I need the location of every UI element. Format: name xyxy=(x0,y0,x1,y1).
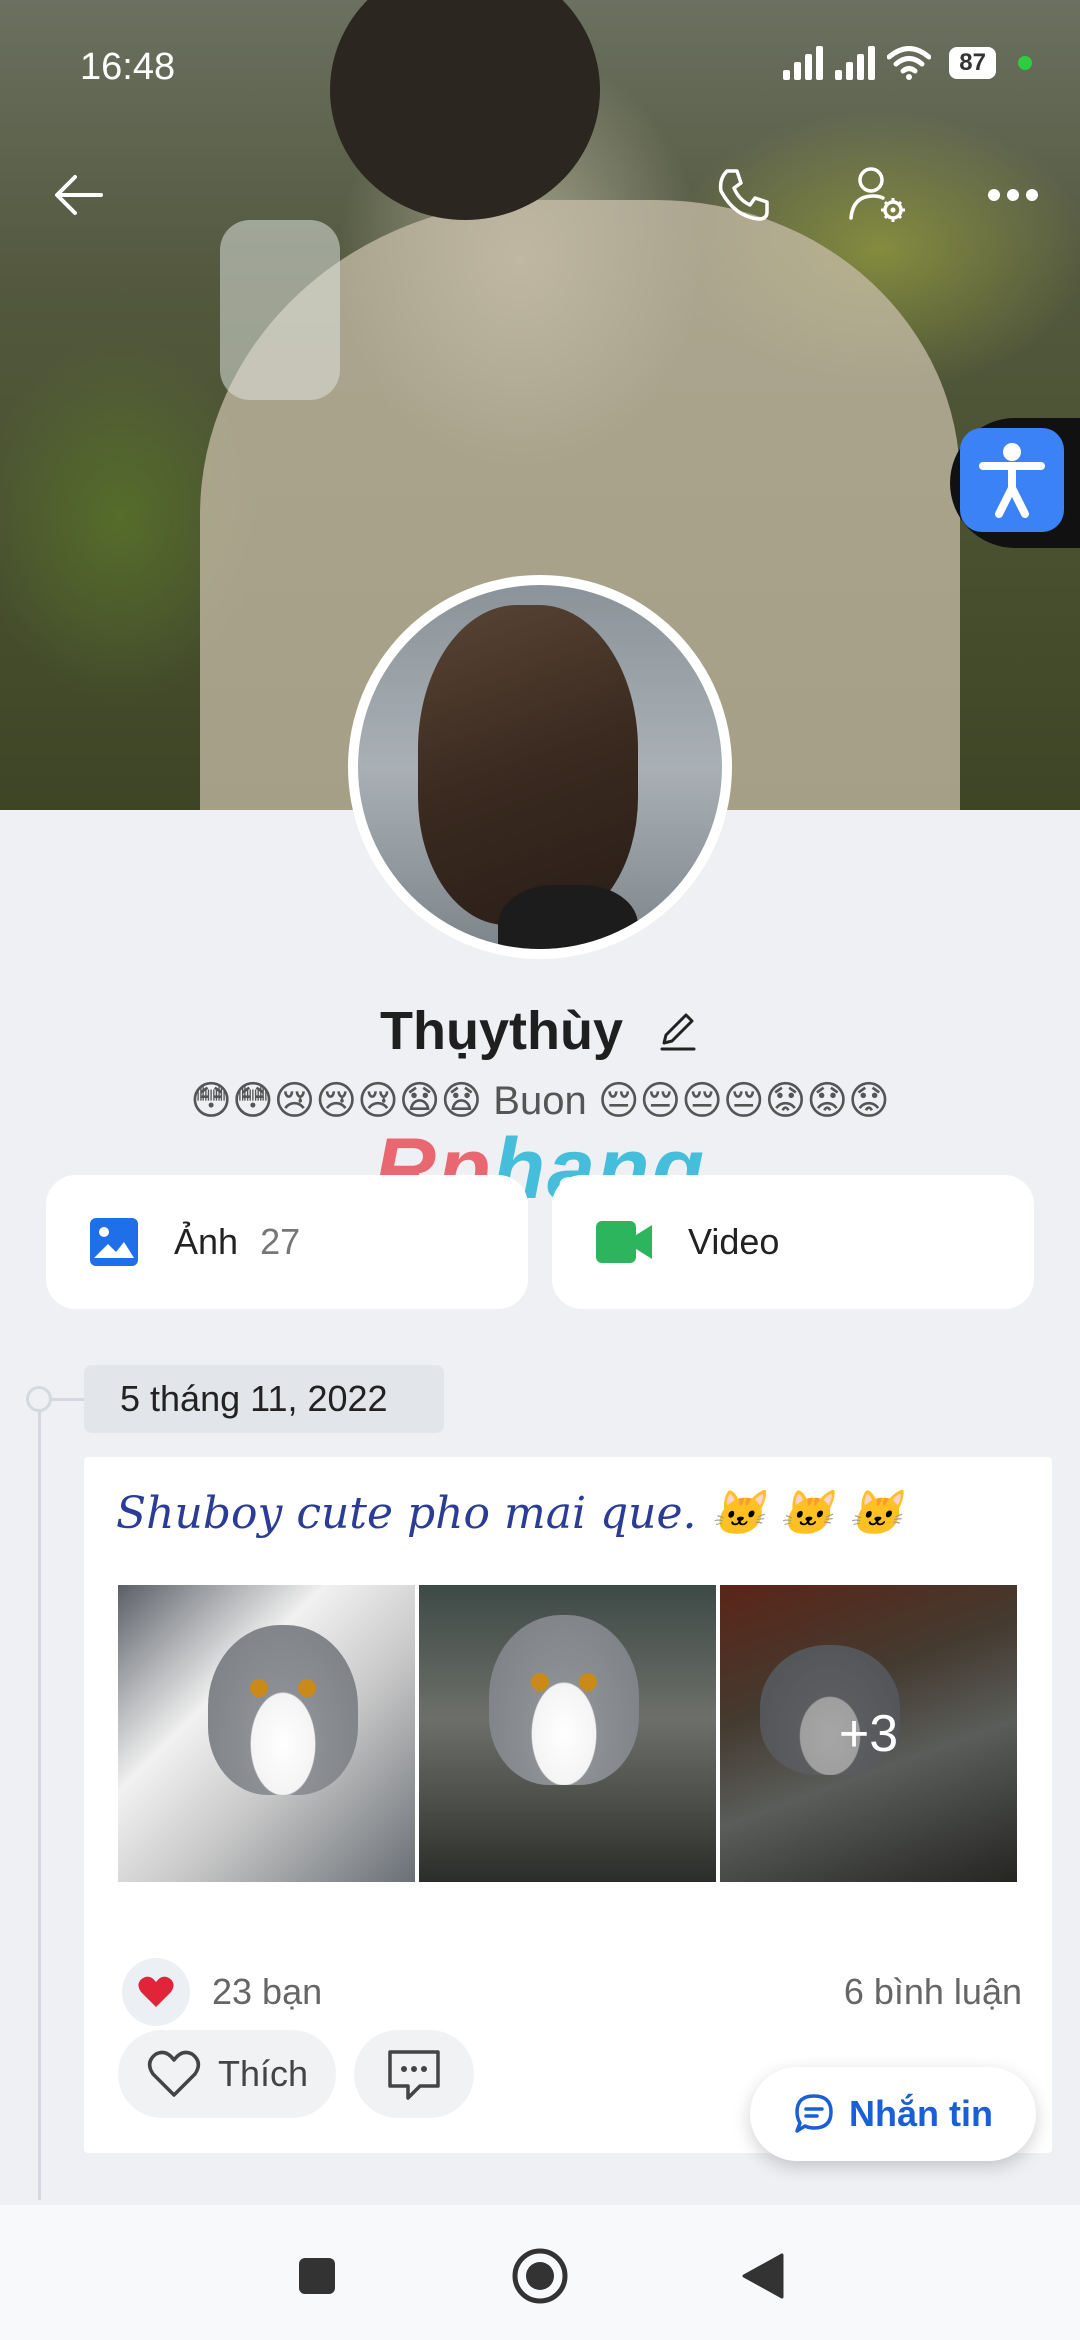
cat-eye xyxy=(250,1679,268,1697)
status-time: 16:48 xyxy=(80,46,176,88)
status-bar: 16:48 87 xyxy=(0,0,1080,130)
comment-button[interactable] xyxy=(354,2030,475,2118)
video-camera-icon xyxy=(594,1219,654,1265)
comments-count[interactable]: 6 bình luận xyxy=(844,1971,1022,2013)
videos-card[interactable]: Video xyxy=(552,1175,1034,1309)
avatar-shoulder xyxy=(498,885,638,949)
edit-name-button[interactable] xyxy=(656,1004,700,1066)
avatar-hair xyxy=(418,605,638,925)
home-button[interactable] xyxy=(505,2241,575,2311)
post-images: +3 xyxy=(118,1585,1017,1882)
post-caption: Shuboy cute pho mai que. 🐱 🐱 🐱 xyxy=(116,1488,903,1539)
timeline-date: 5 tháng 11, 2022 xyxy=(84,1365,444,1433)
image-icon xyxy=(88,1216,140,1268)
heart-icon xyxy=(138,1976,174,2007)
chat-icon xyxy=(793,2093,835,2135)
cat-eye xyxy=(531,1673,549,1691)
post-image-more[interactable]: +3 xyxy=(720,1585,1017,1882)
heart-outline-icon xyxy=(146,2049,202,2099)
wifi-icon xyxy=(887,46,932,80)
photos-label: Ảnh xyxy=(174,1221,239,1262)
profile-settings-button[interactable] xyxy=(843,160,913,230)
message-button[interactable]: Nhắn tin xyxy=(750,2067,1036,2161)
avatar-image xyxy=(358,585,722,949)
user-settings-icon xyxy=(849,167,905,222)
nav-square-icon xyxy=(299,2258,335,2294)
nav-home-icon xyxy=(512,2248,568,2304)
back-nav-button[interactable] xyxy=(728,2241,798,2311)
edit-icon xyxy=(660,1013,696,1051)
cat-eye xyxy=(579,1673,597,1691)
more-images-count: +3 xyxy=(838,1704,899,1763)
profile-name: Thụythùy xyxy=(380,1001,623,1061)
accessibility-icon xyxy=(979,443,1045,518)
cat-figure xyxy=(489,1615,639,1785)
profile-avatar[interactable] xyxy=(348,575,732,959)
more-icon xyxy=(988,189,1038,201)
timeline-line xyxy=(38,1400,41,2200)
photos-count: 27 xyxy=(260,1221,301,1262)
timeline-dot xyxy=(26,1386,52,1412)
signal-icon-2 xyxy=(835,46,876,80)
system-nav-bar xyxy=(0,2205,1080,2340)
profile-status: 😳😳😢😢😢😧😧 Buon 😔😔😔😔😟😟😟 xyxy=(190,1079,890,1123)
phone-icon xyxy=(718,169,769,221)
reaction-row: 23 bạn 6 bình luận xyxy=(122,1957,1022,2027)
video-label: Video xyxy=(688,1221,780,1262)
comment-icon xyxy=(388,2050,440,2100)
status-icons: 87 xyxy=(783,46,1032,80)
like-label: Thích xyxy=(218,2053,309,2094)
like-button[interactable]: Thích xyxy=(118,2030,337,2118)
timeline-post[interactable]: Shuboy cute pho mai que. 🐱 🐱 🐱 +3 23 bạn… xyxy=(84,1457,1052,2153)
message-label: Nhắn tin xyxy=(849,2093,993,2134)
back-arrow-icon xyxy=(55,175,103,215)
photos-card[interactable]: Ảnh 27 xyxy=(46,1175,528,1309)
accessibility-button[interactable] xyxy=(950,418,1080,548)
signal-icon xyxy=(783,46,824,80)
back-button[interactable] xyxy=(44,160,114,230)
top-navigation xyxy=(0,160,1080,230)
reaction-badge[interactable] xyxy=(122,1958,190,2026)
call-button[interactable] xyxy=(708,160,778,230)
cat-figure xyxy=(208,1625,358,1795)
cat-eye xyxy=(298,1679,316,1697)
cover-glass xyxy=(220,220,340,400)
recent-apps-button[interactable] xyxy=(282,2241,352,2311)
privacy-dot xyxy=(1018,56,1032,70)
reactions-count[interactable]: 23 bạn xyxy=(212,1971,322,2013)
post-actions: Thích xyxy=(118,2030,475,2118)
profile-name-row: Thụythùy xyxy=(0,1000,1080,1066)
post-image[interactable] xyxy=(118,1585,415,1882)
more-options-button[interactable] xyxy=(978,160,1048,230)
post-image[interactable] xyxy=(419,1585,716,1882)
nav-back-icon xyxy=(742,2253,784,2299)
battery-indicator: 87 xyxy=(949,47,996,79)
timeline-connector xyxy=(52,1398,84,1401)
